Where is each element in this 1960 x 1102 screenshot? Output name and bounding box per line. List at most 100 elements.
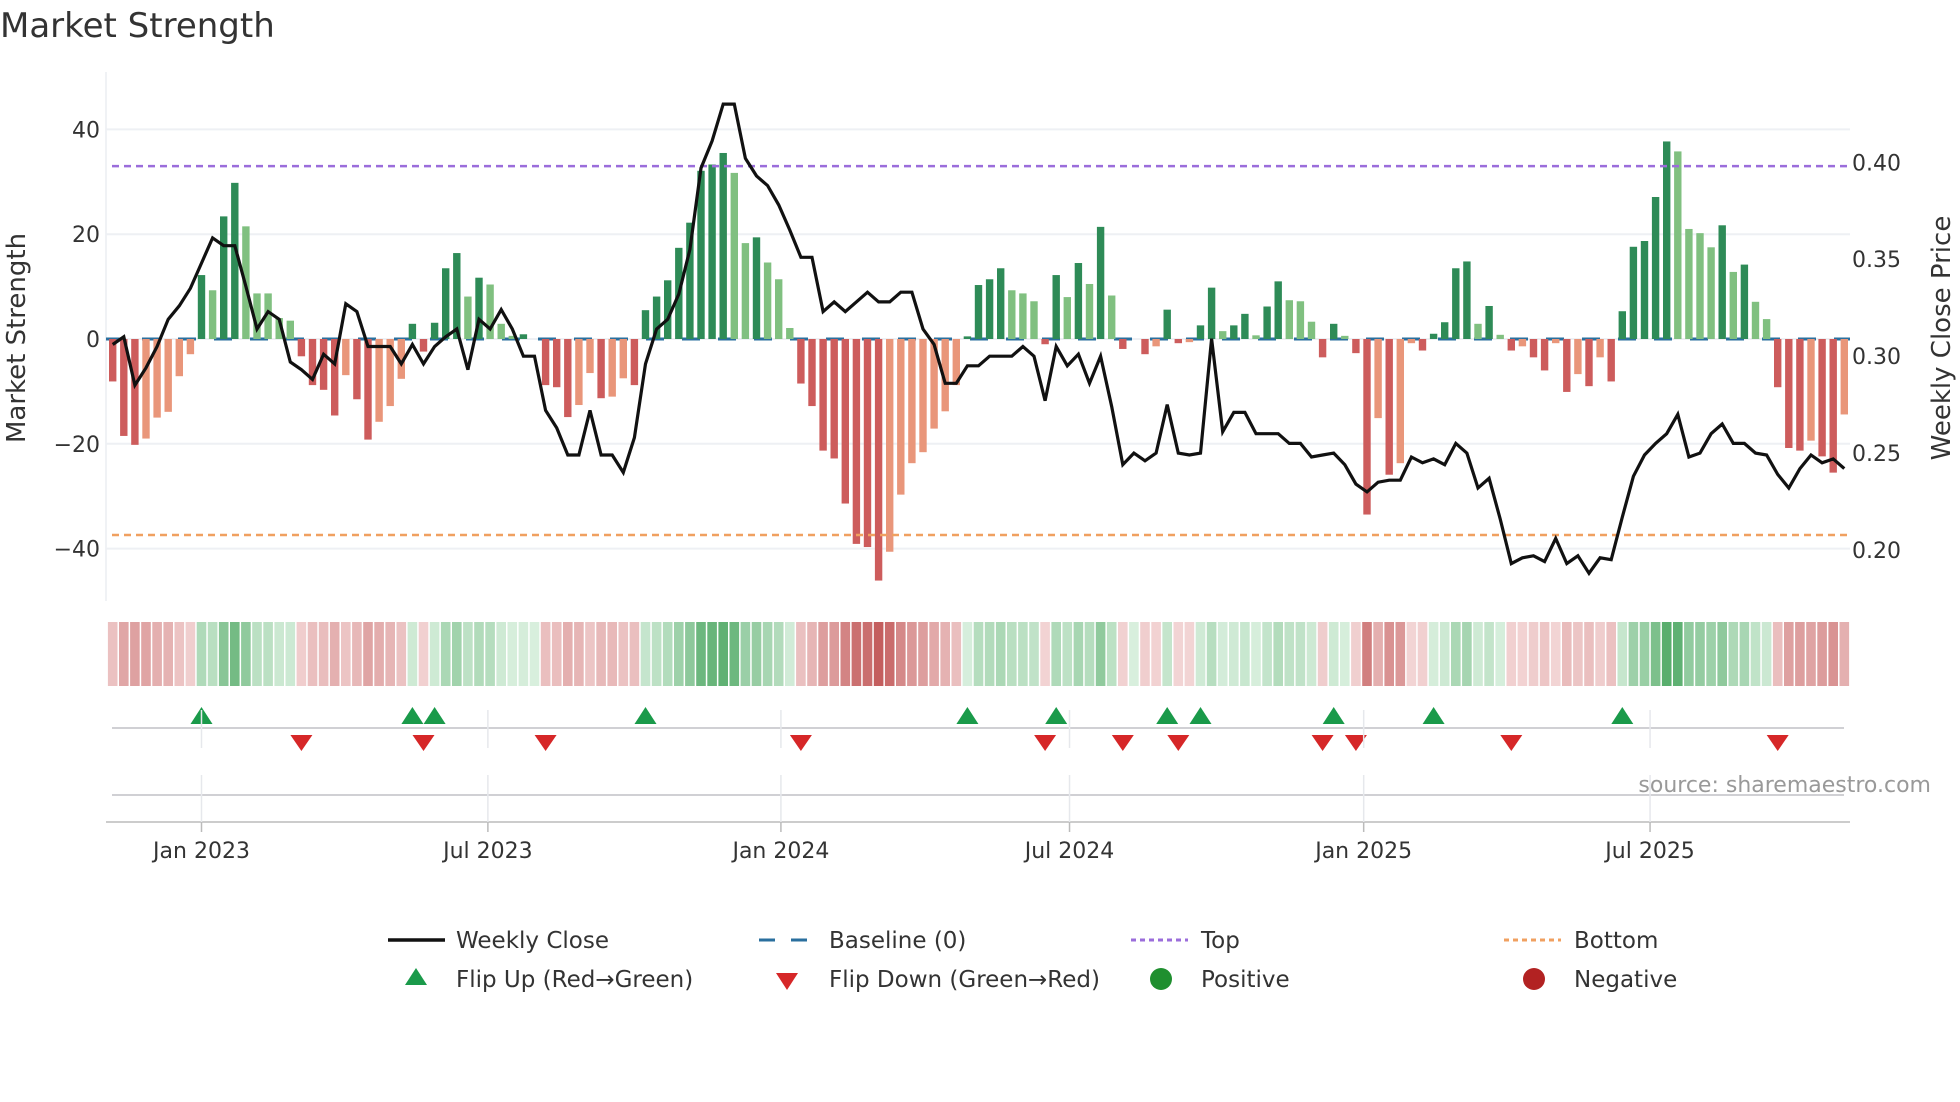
strength-bar [142, 339, 150, 439]
heat-cell [1706, 622, 1716, 686]
heat-cell [1806, 622, 1816, 686]
y2-tick-label: 0.35 [1852, 248, 1901, 273]
strength-bar [1241, 313, 1249, 339]
legend-triangle-up-icon [405, 968, 427, 985]
heat-cell [1506, 622, 1517, 686]
flip-up-marker [1156, 707, 1179, 724]
heat-cell [1106, 622, 1117, 686]
heat-cell [141, 622, 151, 686]
strength-bar [963, 336, 972, 339]
heat-cell [1661, 622, 1672, 686]
strength-bar [1840, 339, 1848, 415]
heat-cell [1262, 622, 1272, 686]
flip-up-marker [1189, 707, 1212, 724]
flip-up-marker [634, 707, 657, 724]
heat-cell [1040, 622, 1050, 686]
legend-item-dash-label: Baseline (0) [829, 928, 966, 954]
strength-bar [1518, 339, 1527, 347]
heat-cell [596, 622, 606, 686]
strength-bar [1263, 306, 1271, 339]
heat-cell [296, 622, 307, 686]
strength-bar [1829, 339, 1837, 473]
heat-cell [1495, 622, 1505, 686]
strength-bar [630, 339, 639, 386]
heat-cell [518, 622, 529, 686]
strength-bar [775, 279, 783, 339]
strength-bar [1507, 339, 1515, 351]
heat-cell [1373, 622, 1383, 686]
strength-bar [1529, 339, 1538, 358]
x-tick-label: Jan 2024 [730, 839, 829, 864]
heat-cell [1029, 622, 1039, 686]
strength-bar [1762, 319, 1771, 339]
heat-cell [463, 622, 473, 686]
flip-down-marker [290, 735, 313, 751]
heat-cell [1550, 622, 1561, 686]
y2-tick-label: 0.40 [1852, 151, 1901, 176]
y-axis-ticks: 40 20 0 −20 −40 [54, 118, 100, 562]
heat-cell [751, 622, 762, 686]
strength-bar [319, 339, 328, 390]
heat-cell [674, 622, 684, 686]
strength-bar [1552, 339, 1560, 344]
strength-bar [1385, 339, 1393, 475]
heat-cell [474, 622, 484, 686]
heat-cell [130, 622, 140, 686]
heat-cell [840, 622, 851, 686]
strength-bar [1563, 339, 1571, 392]
heat-cell [307, 622, 318, 686]
strength-bar [908, 339, 916, 464]
strength-bar [553, 339, 561, 388]
heat-cell [1728, 622, 1739, 686]
heat-cell [529, 622, 540, 686]
flip-up-marker [1422, 707, 1445, 724]
flip-down-marker [1111, 735, 1134, 751]
x-axis-ticks: Jan 2023 Jul 2023 Jan 2024 Jul 2024 Jan 2025… [151, 710, 1695, 864]
heat-cell [918, 622, 928, 686]
strength-bar [1685, 228, 1693, 339]
heat-cell [440, 622, 451, 686]
legend-item-tri-down-label: Flip Down (Green→Red) [829, 967, 1100, 993]
strength-bar [1774, 339, 1782, 388]
heat-cell [896, 622, 906, 686]
heat-cell [1362, 622, 1372, 686]
strength-bar [1707, 247, 1715, 339]
heat-cell [1828, 622, 1838, 686]
heat-cell [685, 622, 695, 686]
strength-bar [1374, 339, 1382, 419]
y-tick-label: 0 [86, 328, 100, 353]
strength-bar [741, 243, 750, 339]
y-tick-label: −40 [54, 538, 100, 563]
strength-bar [919, 339, 927, 453]
flip-down-marker [1167, 735, 1190, 751]
heat-cell [429, 622, 440, 686]
strength-bar [1729, 271, 1737, 339]
flip-up-marker [423, 707, 446, 724]
strength-bar [131, 339, 139, 445]
heat-cell [363, 622, 373, 686]
y2-tick-label: 0.20 [1852, 539, 1901, 564]
heat-cell [385, 622, 395, 686]
heat-cell [1162, 622, 1172, 686]
heat-cell [263, 622, 273, 686]
strength-bar [208, 290, 217, 339]
heat-cell [1284, 622, 1295, 686]
strength-bar [164, 339, 172, 412]
heat-cell [407, 622, 418, 686]
flip-down-marker [789, 735, 812, 751]
legend-triangle-down-icon [776, 973, 798, 990]
heat-cell [862, 622, 873, 686]
legend-item-dot-orange-label: Bottom [1574, 928, 1658, 954]
heat-cell [796, 622, 806, 686]
strength-bar [1174, 339, 1182, 344]
strength-bar [608, 339, 616, 397]
strength-bar [763, 262, 772, 339]
heat-cell [785, 622, 795, 686]
strength-bar [453, 253, 461, 339]
strength-bar [1740, 264, 1749, 339]
strength-bar [1352, 339, 1360, 354]
strength-bar [786, 327, 794, 339]
flip-up-marker [1322, 707, 1345, 724]
heat-cell [241, 622, 251, 686]
heat-cell [1206, 622, 1217, 686]
